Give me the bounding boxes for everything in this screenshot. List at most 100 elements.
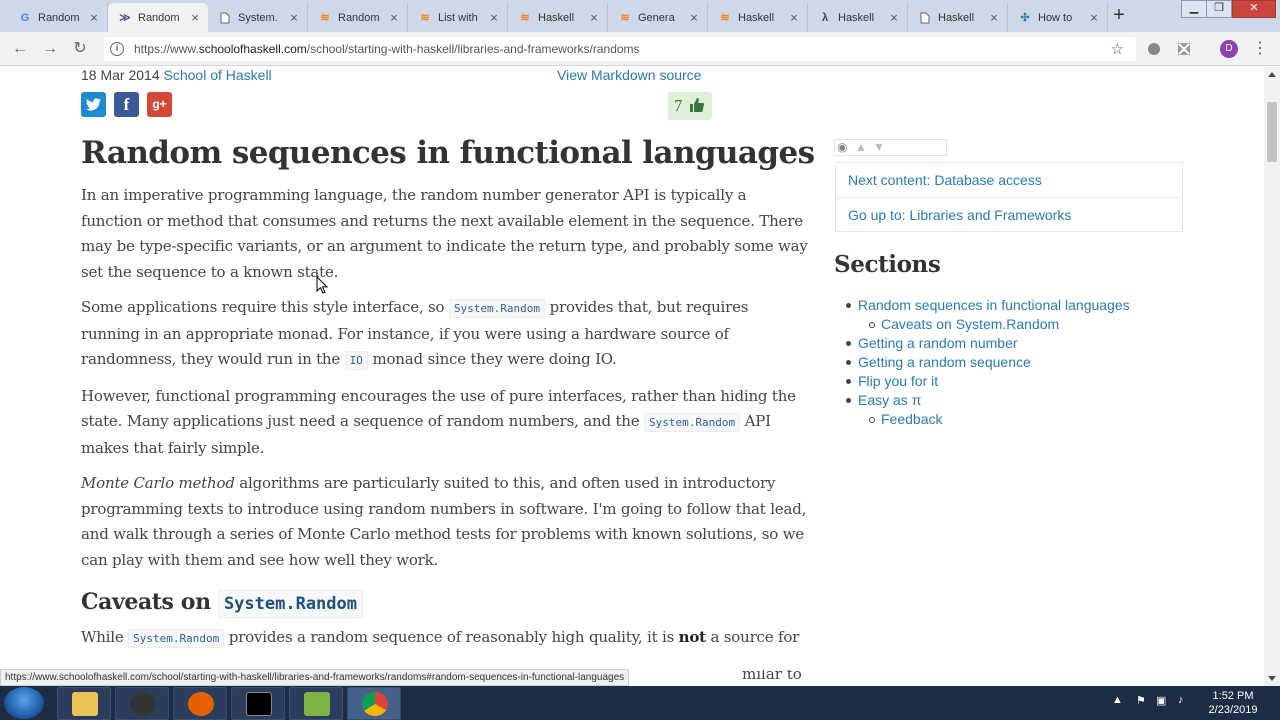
tab-random-haskell[interactable]: ≫ Random ×	[108, 3, 208, 32]
taskbar-chrome[interactable]	[347, 687, 401, 720]
publish-date: 18 Mar 2014	[81, 67, 160, 83]
taskbar-obs[interactable]	[115, 687, 169, 720]
facebook-icon: f	[123, 95, 130, 114]
tab-how-to[interactable]: ✣ How to ×	[1008, 3, 1108, 32]
tab-haskell-1[interactable]: ≋ Haskell ×	[508, 3, 608, 32]
firefox-icon	[188, 692, 214, 716]
toc-item[interactable]: Flip you for it	[846, 372, 1130, 391]
toc-item[interactable]: Getting a random number	[846, 334, 1130, 353]
minimize-button[interactable]: ▁	[1181, 0, 1207, 18]
divider	[836, 197, 1182, 198]
author-link[interactable]: School of Haskell	[164, 67, 272, 83]
paragraph-3: However, functional programming encourag…	[81, 386, 796, 457]
toc-item[interactable]: Easy as π	[846, 391, 1130, 410]
puzzle-icon: ✣	[1020, 12, 1030, 24]
address-bar[interactable]: i https://www.schoolofhaskell.com/school…	[104, 37, 1136, 61]
info-icon[interactable]: i	[110, 42, 124, 56]
stackoverflow-icon: ≋	[720, 12, 730, 24]
close-icon[interactable]: ×	[787, 10, 801, 25]
flag-icon[interactable]: ⚑	[1136, 694, 1146, 707]
toc-item[interactable]: Getting a random sequence	[846, 353, 1130, 372]
tray-up-arrow-icon[interactable]: ▲	[1112, 694, 1123, 706]
twitter-icon	[86, 98, 101, 111]
facebook-share-button[interactable]: f	[114, 92, 139, 117]
forward-button[interactable]: →	[40, 39, 60, 59]
scroll-down-arrow-icon[interactable]	[1268, 676, 1276, 681]
reload-button[interactable]: ↻	[70, 39, 90, 59]
taskbar-explorer[interactable]	[57, 687, 111, 720]
tab-haskell-4[interactable]: Haskell ×	[908, 3, 1008, 32]
go-up-link[interactable]: Go up to: Libraries and Frameworks	[848, 207, 1071, 223]
tab-genera[interactable]: ≋ Genera ×	[608, 3, 708, 32]
google-plus-share-button[interactable]: g+	[147, 92, 172, 117]
bookmark-star-icon[interactable]: ☆	[1111, 40, 1124, 58]
close-window-button[interactable]: ✕	[1232, 0, 1276, 18]
vote-counter[interactable]: 7	[668, 92, 712, 120]
new-tab-button[interactable]: +	[1108, 5, 1130, 27]
hackage-icon: λ	[821, 11, 829, 24]
system-clock[interactable]: 1:52 PM 2/23/2019	[1196, 689, 1270, 717]
taskbar-terminal[interactable]	[231, 687, 285, 720]
google-icon: G	[20, 11, 30, 24]
scroll-thumb[interactable]	[1267, 102, 1277, 162]
close-icon[interactable]: ×	[987, 10, 1001, 25]
article-meta: 18 Mar 2014 School of Haskell	[81, 67, 272, 83]
partial-text-line: milar to	[716, 670, 1264, 686]
chrome-icon	[362, 692, 388, 716]
start-button[interactable]	[4, 687, 44, 719]
volume-icon[interactable]: ♪	[1178, 694, 1184, 706]
close-icon[interactable]: ×	[487, 10, 501, 25]
table-of-contents: Random sequences in functional languages…	[846, 296, 1130, 429]
tab-list-with[interactable]: ≋ List with ×	[408, 3, 508, 32]
network-icon[interactable]: ▣	[1156, 694, 1166, 707]
view-markdown-link[interactable]: View Markdown source	[557, 67, 701, 83]
mouse-cursor-icon	[316, 276, 328, 294]
scroll-up-arrow-icon[interactable]	[1268, 72, 1276, 77]
next-content-link[interactable]: Next content: Database access	[848, 172, 1042, 188]
back-button[interactable]: ←	[10, 39, 30, 59]
tab-random-google[interactable]: G Random ×	[8, 3, 108, 32]
taskbar-notepad[interactable]	[289, 687, 343, 720]
menu-kebab-icon[interactable]: ⋮	[1252, 40, 1268, 58]
extension-shield-icon[interactable]	[1146, 41, 1162, 57]
close-icon[interactable]: ×	[687, 10, 701, 25]
close-icon[interactable]: ×	[887, 10, 901, 25]
terminal-icon	[246, 692, 272, 716]
close-icon[interactable]: ×	[387, 10, 401, 25]
obs-icon	[130, 692, 156, 716]
toc-item[interactable]: Random sequences in functional languages	[846, 296, 1130, 315]
google-plus-icon: g+	[152, 97, 167, 111]
inline-code: System.Random	[644, 413, 741, 432]
extension-puzzle-icon[interactable]	[1176, 41, 1192, 57]
url-text[interactable]: https://www.schoolofhaskell.com/school/s…	[134, 42, 640, 56]
haskell-icon: ≫	[119, 12, 131, 24]
close-icon[interactable]: ×	[87, 10, 101, 25]
close-icon[interactable]: ×	[188, 10, 202, 25]
profile-avatar[interactable]: D	[1220, 40, 1238, 58]
page-title: Random sequences in functional languages	[81, 135, 815, 171]
folder-icon	[72, 692, 98, 716]
paragraph-1: In an imperative programming language, t…	[81, 186, 808, 281]
windows-taskbar: ▲ ⚑ ▣ ♪ 1:52 PM 2/23/2019	[0, 686, 1280, 720]
paragraph-2: Some applications require this style int…	[81, 298, 749, 370]
paragraph-4: Monte Carlo method algorithms are partic…	[81, 474, 807, 569]
web-page: 18 Mar 2014 School of Haskell View Markd…	[0, 67, 1264, 670]
taskbar-firefox[interactable]	[173, 687, 227, 720]
close-icon[interactable]: ×	[1087, 10, 1101, 25]
downvote-arrow-icon[interactable]: ▼	[873, 140, 885, 155]
twitter-share-button[interactable]	[81, 92, 106, 117]
close-icon[interactable]: ×	[587, 10, 601, 25]
toc-item[interactable]: Feedback	[869, 410, 1130, 429]
tab-system[interactable]: System. ×	[208, 3, 308, 32]
tab-haskell-2[interactable]: ≋ Haskell ×	[708, 3, 808, 32]
reddit-vote-widget[interactable]: ◉ ▲ ▼	[834, 139, 947, 156]
content-navigation: Next content: Database access Go up to: …	[835, 162, 1183, 232]
tab-random-so[interactable]: ≋ Random ×	[308, 3, 408, 32]
page-scrollbar[interactable]	[1264, 67, 1280, 686]
upvote-arrow-icon[interactable]: ▲	[855, 140, 867, 155]
close-icon[interactable]: ×	[287, 10, 301, 25]
toc-item[interactable]: Caveats on System.Random	[869, 315, 1130, 334]
tab-haskell-3[interactable]: λ Haskell ×	[808, 3, 908, 32]
stackoverflow-icon: ≋	[420, 12, 430, 24]
maximize-button[interactable]: ❐	[1206, 0, 1232, 18]
